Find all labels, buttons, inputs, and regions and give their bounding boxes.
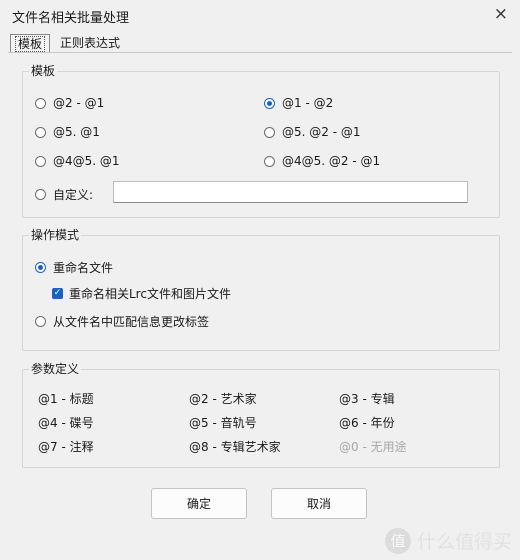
template-option-1[interactable]: @2 - @1 [35, 96, 104, 110]
param-definition: @2 - 艺术家 [189, 392, 257, 406]
radio-checked-icon [264, 97, 275, 109]
param-definition: @6 - 年份 [339, 416, 395, 430]
param-definition: @3 - 专辑 [339, 392, 395, 406]
watermark-text: 什么值得买 [416, 531, 512, 553]
template-group-title: 模板 [29, 62, 58, 79]
tab-template-label: 模板 [15, 36, 46, 52]
template-option-label: @4@5. @1 [53, 154, 120, 168]
radio-icon [35, 155, 46, 167]
custom-template-input[interactable] [113, 181, 468, 203]
mode-match-tags-label: 从文件名中匹配信息更改标签 [53, 315, 210, 329]
template-option-5[interactable]: @4@5. @1 [35, 154, 120, 168]
radio-icon [35, 189, 46, 200]
radio-icon [35, 316, 46, 327]
ok-button[interactable]: 确定 [151, 488, 247, 519]
watermark: 值 什么值得买 [384, 527, 512, 554]
checkmark-icon: ✓ [52, 288, 63, 299]
window-title: 文件名相关批量处理 [12, 11, 130, 26]
mode-rename-radio[interactable]: 重命名文件 [35, 259, 113, 276]
tab-divider [8, 52, 512, 53]
watermark-logo-icon: 值 [384, 527, 411, 554]
template-option-label: @5. @2 - @1 [282, 125, 361, 139]
param-definition: @7 - 注释 [38, 440, 94, 454]
param-definition: @1 - 标题 [38, 392, 94, 406]
template-option-custom[interactable]: 自定义: [35, 186, 93, 203]
template-option-label: @2 - @1 [53, 96, 105, 110]
radio-icon [264, 126, 275, 138]
param-definition: @5 - 音轨号 [189, 416, 257, 430]
template-option-label: @5. @1 [53, 125, 100, 139]
radio-icon [264, 155, 275, 167]
cancel-button[interactable]: 取消 [271, 488, 367, 519]
title-bar: 文件名相关批量处理 × [0, 0, 520, 30]
param-definition-disabled: @0 - 无用途 [339, 440, 407, 454]
close-icon[interactable]: × [494, 5, 508, 23]
mode-group-title: 操作模式 [29, 226, 82, 243]
radio-icon [35, 97, 46, 109]
template-option-6[interactable]: @4@5. @2 - @1 [264, 154, 380, 168]
mode-rename-label: 重命名文件 [53, 261, 114, 275]
template-custom-label: 自定义: [53, 188, 94, 202]
params-group-title: 参数定义 [29, 360, 82, 377]
param-definition: @4 - 碟号 [38, 416, 94, 430]
template-option-4[interactable]: @5. @2 - @1 [264, 125, 361, 139]
template-option-3[interactable]: @5. @1 [35, 125, 100, 139]
tab-regex[interactable]: 正则表达式 [56, 34, 124, 52]
template-option-label: @1 - @2 [282, 96, 334, 110]
rename-related-label: 重命名相关Lrc文件和图片文件 [69, 287, 231, 301]
template-option-label: @4@5. @2 - @1 [282, 154, 381, 168]
radio-checked-icon [35, 262, 46, 273]
radio-icon [35, 126, 46, 138]
rename-related-checkbox[interactable]: ✓ 重命名相关Lrc文件和图片文件 [52, 285, 231, 302]
mode-match-tags-radio[interactable]: 从文件名中匹配信息更改标签 [35, 313, 209, 330]
template-option-2[interactable]: @1 - @2 [264, 96, 333, 110]
tab-template[interactable]: 模板 [10, 34, 51, 53]
param-definition: @8 - 专辑艺术家 [189, 440, 281, 454]
